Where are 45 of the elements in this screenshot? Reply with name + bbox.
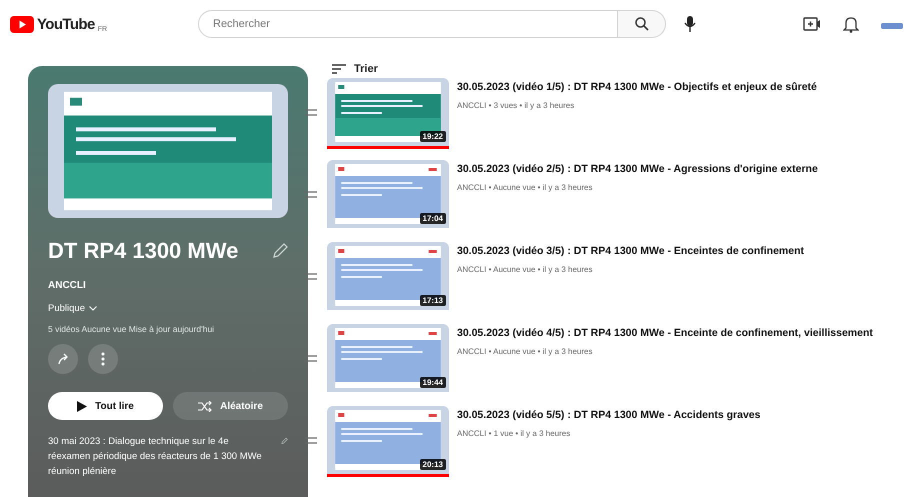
video-meta: ANCCLI • Aucune vue • il y a 3 heures <box>457 265 594 274</box>
search-button[interactable] <box>618 10 666 38</box>
drag-handle-icon[interactable] <box>305 109 317 116</box>
playlist-description: 30 mai 2023 : Dialogue technique sur le 4e réexamen périodique des réacteurs de 1 300 MWe réunion plénière <box>48 435 263 479</box>
video-meta: ANCCLI • Aucune vue • il y a 3 heures <box>457 183 594 192</box>
logo-text[interactable]: YouTube <box>37 16 95 32</box>
play-icon <box>77 400 88 412</box>
search-icon <box>634 16 650 32</box>
video-duration: 20:13 <box>420 459 446 470</box>
share-icon <box>57 353 69 365</box>
playlist-stats: 5 vidéos Aucune vue Mise à jour aujourd'hui <box>48 324 216 334</box>
video-title[interactable]: 30.05.2023 (vidéo 1/5) : DT RP4 1300 MWe - Objectifs et enjeux de sûreté <box>457 80 817 95</box>
play-all-button[interactable]: Tout lire <box>48 392 163 420</box>
pencil-icon[interactable] <box>272 243 288 259</box>
video-duration: 19:44 <box>420 377 446 388</box>
microphone-icon[interactable] <box>684 15 696 33</box>
search-field[interactable]: Rechercher <box>198 10 618 38</box>
video-title[interactable]: 30.05.2023 (vidéo 5/5) : DT RP4 1300 MWe - Accidents graves <box>457 408 760 423</box>
more-button[interactable] <box>88 344 118 374</box>
drag-handle-icon[interactable] <box>305 273 317 280</box>
create-video-icon[interactable] <box>803 17 821 31</box>
chevron-icon <box>88 306 97 311</box>
sort-icon <box>332 64 346 74</box>
playlist-title: DT RP4 1300 MWe <box>48 238 238 264</box>
shuffle-button[interactable]: Aléatoire <box>173 392 288 420</box>
visibility-dropdown[interactable]: Publique <box>48 303 97 314</box>
share-button[interactable] <box>48 344 78 374</box>
play-logo-icon <box>10 16 34 32</box>
video-meta: ANCCLI • 1 vue • il y a 3 heures <box>457 429 572 438</box>
video-duration: 19:22 <box>420 131 446 142</box>
more-icon <box>101 352 105 366</box>
video-title[interactable]: 30.05.2023 (vidéo 2/5) : DT RP4 1300 MWe - Agressions d'origine externe <box>457 162 818 177</box>
channel-name[interactable]: ANCCLI <box>48 280 288 291</box>
video-meta: ANCCLI • Aucune vue • il y a 3 heures <box>457 347 594 356</box>
notifications-icon[interactable] <box>843 15 859 33</box>
video-title[interactable]: 30.05.2023 (vidéo 4/5) : DT RP4 1300 MWe - Enceinte de confinement, vieillissement <box>457 326 873 341</box>
video-meta: ANCCLI • 3 vues • il y a 3 heures <box>457 101 576 110</box>
drag-handle-icon[interactable] <box>305 355 317 362</box>
sort-button[interactable]: Trier <box>320 60 378 78</box>
video-duration: 17:13 <box>420 295 446 306</box>
drag-handle-icon[interactable] <box>305 191 317 198</box>
video-title[interactable]: 30.05.2023 (vidéo 3/5) : DT RP4 1300 MWe - Enceintes de confinement <box>457 244 804 259</box>
drag-handle-icon[interactable] <box>305 437 317 444</box>
video-duration: 17:04 <box>420 213 446 224</box>
shuffle-icon <box>198 400 212 412</box>
